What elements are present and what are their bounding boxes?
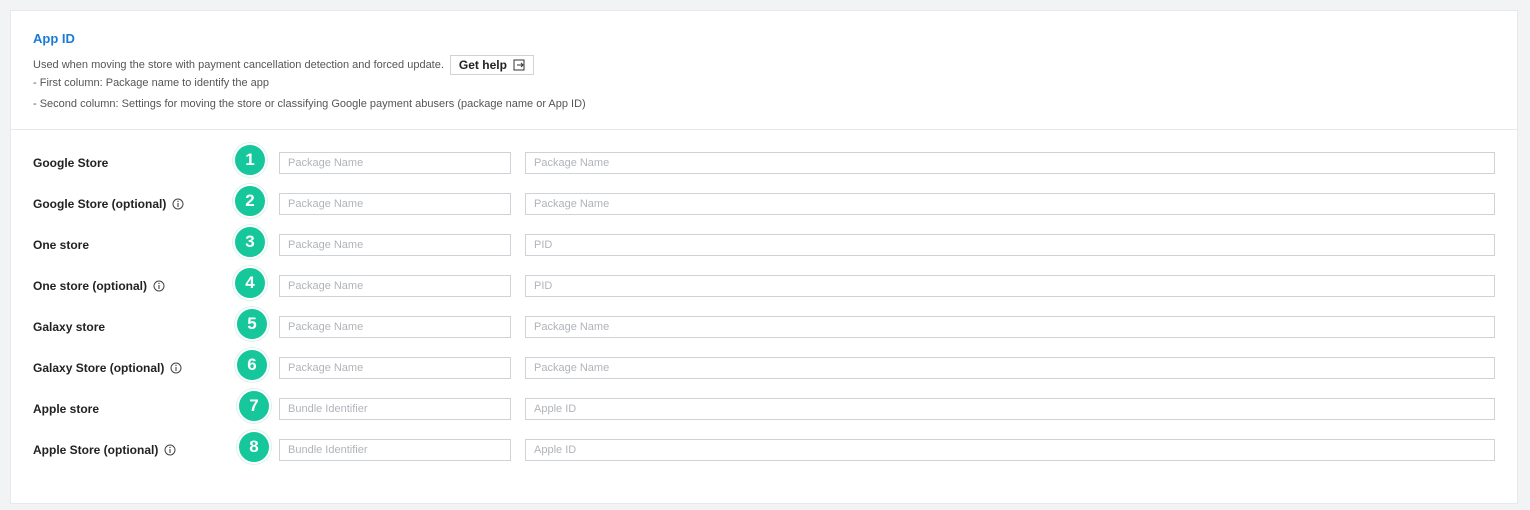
- store-label-text: One store (optional): [33, 279, 147, 293]
- store-id-input[interactable]: [525, 357, 1495, 379]
- store-id-input[interactable]: [525, 152, 1495, 174]
- store-label-text: Google Store (optional): [33, 197, 167, 211]
- store-label-text: One store: [33, 238, 90, 252]
- step-badge: 6: [235, 348, 269, 382]
- package-name-input[interactable]: [279, 234, 511, 256]
- package-name-input[interactable]: [279, 398, 511, 420]
- store-id-input[interactable]: [525, 193, 1495, 215]
- info-icon[interactable]: [164, 444, 176, 456]
- package-name-input[interactable]: [279, 275, 511, 297]
- store-label-text: Apple store: [33, 402, 100, 416]
- get-help-label: Get help: [458, 58, 507, 72]
- store-label-text: Galaxy store: [33, 320, 106, 334]
- package-name-input[interactable]: [279, 193, 511, 215]
- step-badge: 4: [233, 266, 267, 300]
- store-row: One store (optional) 4: [11, 266, 1517, 300]
- store-label-text: Apple Store (optional): [33, 443, 159, 457]
- store-label: Galaxy Store (optional): [33, 361, 182, 375]
- store-id-input[interactable]: [525, 439, 1495, 461]
- description-line-second-column: - Second column: Settings for moving the…: [33, 98, 586, 110]
- panel-header: App ID Used when moving the store with p…: [11, 11, 1517, 130]
- store-id-input[interactable]: [525, 398, 1495, 420]
- package-name-input[interactable]: [279, 152, 511, 174]
- package-name-input[interactable]: [279, 357, 511, 379]
- store-label: One store: [33, 238, 89, 252]
- store-label: One store (optional): [33, 279, 165, 293]
- section-title: App ID: [33, 31, 75, 46]
- app-id-panel: App ID Used when moving the store with p…: [10, 10, 1518, 504]
- step-badge: 5: [235, 307, 269, 341]
- description-row: Used when moving the store with payment …: [33, 55, 534, 75]
- step-badge: 7: [237, 389, 271, 423]
- store-label: Galaxy store: [33, 320, 105, 334]
- info-icon[interactable]: [170, 362, 182, 374]
- package-name-input[interactable]: [279, 316, 511, 338]
- store-label: Apple Store (optional): [33, 443, 176, 457]
- step-badge: 1: [233, 143, 267, 177]
- store-label: Google Store (optional): [33, 197, 184, 211]
- description-text: Used when moving the store with payment …: [33, 59, 444, 71]
- external-link-icon: [513, 59, 525, 71]
- step-badge: 8: [237, 430, 271, 464]
- store-row: Galaxy store 5: [11, 307, 1517, 341]
- info-icon[interactable]: [172, 198, 184, 210]
- description-line-first-column: - First column: Package name to identify…: [33, 77, 270, 89]
- info-icon[interactable]: [153, 280, 165, 292]
- get-help-button[interactable]: Get help: [449, 55, 534, 75]
- store-label: Apple store: [33, 402, 99, 416]
- store-label: Google Store: [33, 156, 108, 170]
- store-row: Google Store 1: [11, 143, 1517, 177]
- step-badge: 2: [233, 184, 267, 218]
- store-id-input[interactable]: [525, 316, 1495, 338]
- store-label-text: Galaxy Store (optional): [33, 361, 165, 375]
- store-row: Apple store 7: [11, 389, 1517, 423]
- store-row: Galaxy Store (optional) 6: [11, 348, 1517, 382]
- store-row: Apple Store (optional) 8: [11, 430, 1517, 464]
- step-badge: 3: [233, 225, 267, 259]
- package-name-input[interactable]: [279, 439, 511, 461]
- store-id-input[interactable]: [525, 234, 1495, 256]
- store-id-input[interactable]: [525, 275, 1495, 297]
- store-label-text: Google Store: [33, 156, 109, 170]
- store-row: One store 3: [11, 225, 1517, 259]
- store-row: Google Store (optional) 2: [11, 184, 1517, 218]
